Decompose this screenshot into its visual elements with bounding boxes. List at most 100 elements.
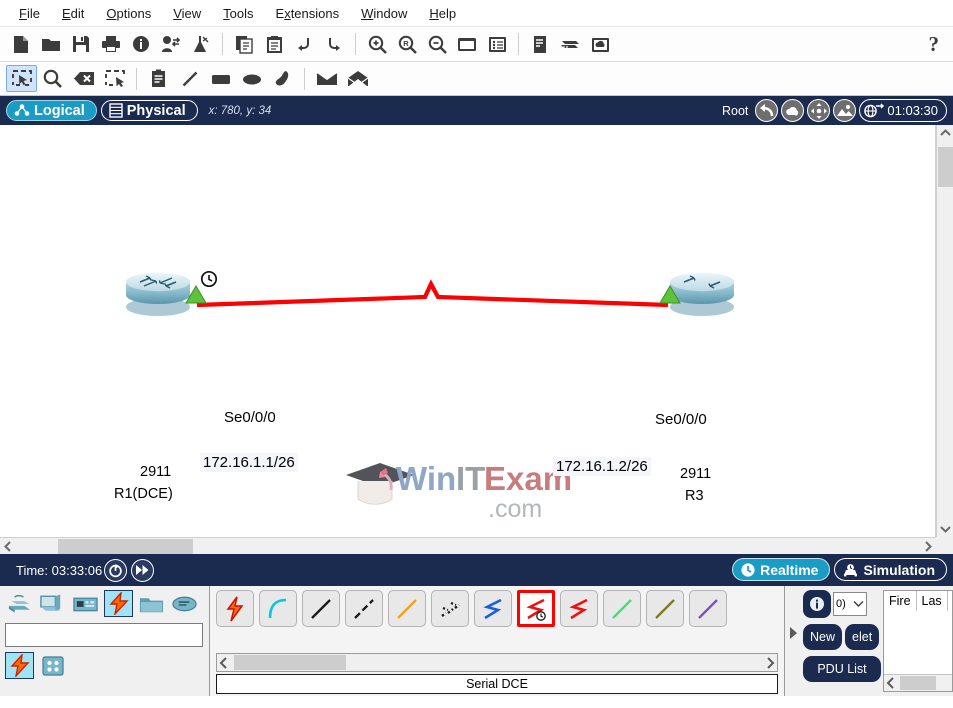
user-profile-icon[interactable] — [156, 29, 186, 59]
grid-tiles-icon[interactable] — [38, 652, 67, 679]
palette-window-icon[interactable] — [452, 29, 482, 59]
connections-bolt-icon[interactable] — [5, 652, 34, 679]
r1-model-label: 2911 — [140, 464, 172, 480]
menu-item-help[interactable]: Help — [418, 3, 467, 24]
print-icon[interactable] — [96, 29, 126, 59]
delete-x-icon[interactable] — [68, 65, 99, 92]
phone-cable-icon[interactable] — [431, 590, 469, 627]
cloud-image-icon[interactable] — [585, 29, 615, 59]
fast-forward-icon[interactable] — [131, 558, 155, 582]
copper-crossover-cable-icon[interactable] — [345, 590, 383, 627]
simple-pdu-icon[interactable] — [311, 65, 342, 92]
activity-wizard-icon[interactable] — [126, 29, 156, 59]
scroll-down-button[interactable] — [937, 521, 953, 537]
expand-arrow-icon[interactable] — [785, 590, 801, 696]
serial-dte-cable-icon[interactable] — [560, 590, 598, 627]
device-search-input[interactable] — [5, 623, 203, 647]
vertical-scroll-thumb[interactable] — [938, 147, 953, 187]
horizontal-scroll-thumb[interactable] — [58, 539, 193, 554]
console-cable-icon[interactable] — [259, 590, 297, 627]
components-icon[interactable] — [71, 590, 100, 617]
network-devices-icon[interactable] — [5, 590, 34, 617]
r3-interface-label: Se0/0/0 — [655, 411, 707, 428]
draw-freeform-icon[interactable] — [267, 65, 298, 92]
note-pad-icon[interactable] — [143, 65, 174, 92]
help-question-icon[interactable]: ? — [929, 32, 940, 57]
new-pdu-button[interactable]: New — [803, 624, 843, 650]
zoom-out-icon[interactable] — [422, 29, 452, 59]
custom-devices-icon[interactable] — [482, 29, 512, 59]
octal-cable-icon[interactable] — [603, 590, 641, 627]
menu-item-view[interactable]: View — [162, 3, 212, 24]
draw-rectangle-icon[interactable] — [205, 65, 236, 92]
info-circle-icon[interactable] — [803, 590, 831, 618]
menu-item-window[interactable]: Window — [350, 3, 418, 24]
zoom-reset-icon[interactable]: R — [392, 29, 422, 59]
paste-icon[interactable] — [259, 29, 289, 59]
dce-clock-icon — [200, 270, 218, 288]
elapsed-time-label: Time: 03:33:06 — [16, 562, 103, 578]
workspace-area: Win IT Exam .com Se0/0/0 172.16.1.1/26 2… — [0, 125, 953, 554]
zoom-in-icon[interactable] — [362, 29, 392, 59]
iot-custom-cable-icon[interactable] — [646, 590, 684, 627]
canvas-horizontal-scrollbar[interactable] — [0, 537, 936, 554]
logical-workspace-canvas[interactable]: Win IT Exam .com Se0/0/0 172.16.1.1/26 2… — [0, 125, 936, 537]
usb-cable-icon[interactable] — [689, 590, 727, 627]
canvas-vertical-scrollbar[interactable] — [936, 125, 953, 537]
end-devices-icon[interactable] — [38, 590, 67, 617]
new-file-icon[interactable] — [6, 29, 36, 59]
complex-pdu-icon[interactable] — [342, 65, 373, 92]
connection-list-scrollbar[interactable] — [216, 653, 778, 672]
tab-logical[interactable]: Logical — [6, 100, 97, 121]
new-cluster-icon[interactable] — [781, 99, 805, 122]
scroll-left-button[interactable] — [0, 538, 16, 555]
multiuser-icon[interactable] — [170, 590, 199, 617]
coaxial-cable-icon[interactable] — [474, 590, 512, 627]
move-object-icon[interactable] — [807, 99, 831, 122]
tab-physical[interactable]: Physical — [100, 100, 198, 121]
scenario-dropdown[interactable]: 0) — [833, 592, 867, 616]
scenario-row: 0) — [803, 590, 881, 618]
select-marquee-icon[interactable] — [6, 65, 37, 92]
pdu-scroll-thumb[interactable] — [900, 676, 936, 690]
copper-straight-cable-icon[interactable] — [302, 590, 340, 627]
menu-item-extensions[interactable]: Extensions — [265, 3, 351, 24]
set-tiled-background-icon[interactable] — [833, 99, 857, 122]
pdu-list-window-button[interactable]: PDU List — [803, 656, 881, 682]
tools-toolbar — [0, 62, 953, 96]
menu-item-file[interactable]: File — [8, 3, 51, 24]
delete-pdu-button[interactable]: elet — [845, 624, 880, 650]
menu-item-options[interactable]: Options — [95, 3, 162, 24]
pdu-table-header: Fire Las — [884, 591, 952, 611]
power-cycle-icon[interactable] — [104, 558, 128, 582]
scroll-right-button[interactable] — [920, 538, 936, 555]
resize-shape-icon[interactable] — [99, 65, 130, 92]
devices-stack-icon[interactable] — [555, 29, 585, 59]
mode-realtime[interactable]: Realtime — [732, 558, 831, 581]
draw-ellipse-icon[interactable] — [236, 65, 267, 92]
notes-panel-icon[interactable] — [525, 29, 555, 59]
pdu-table[interactable]: Fire Las — [883, 590, 953, 692]
serial-dce-cable-icon[interactable] — [517, 590, 555, 627]
copy-icon[interactable] — [229, 29, 259, 59]
save-disk-icon[interactable] — [66, 29, 96, 59]
mode-simulation[interactable]: Simulation — [834, 558, 947, 581]
back-arrow-icon[interactable] — [755, 99, 779, 122]
open-folder-icon[interactable] — [36, 29, 66, 59]
miscellaneous-icon[interactable] — [137, 590, 166, 617]
redo-icon[interactable] — [319, 29, 349, 59]
automatic-cable-icon[interactable] — [216, 590, 254, 627]
connections-icon[interactable] — [104, 590, 133, 617]
lab-flask-icon[interactable] — [186, 29, 216, 59]
fiber-cable-icon[interactable] — [388, 590, 426, 627]
viewport-clock[interactable]: 01:03:30 — [859, 99, 947, 122]
pdu-table-scrollbar[interactable] — [884, 674, 952, 691]
draw-line-icon[interactable] — [174, 65, 205, 92]
menu-item-edit[interactable]: Edit — [51, 3, 95, 24]
menu-item-tools[interactable]: Tools — [212, 3, 264, 24]
scroll-up-button[interactable] — [937, 125, 953, 141]
svg-text:R: R — [403, 39, 409, 48]
undo-icon[interactable] — [289, 29, 319, 59]
magnifier-icon[interactable] — [37, 65, 68, 92]
connection-scroll-thumb[interactable] — [234, 655, 346, 670]
